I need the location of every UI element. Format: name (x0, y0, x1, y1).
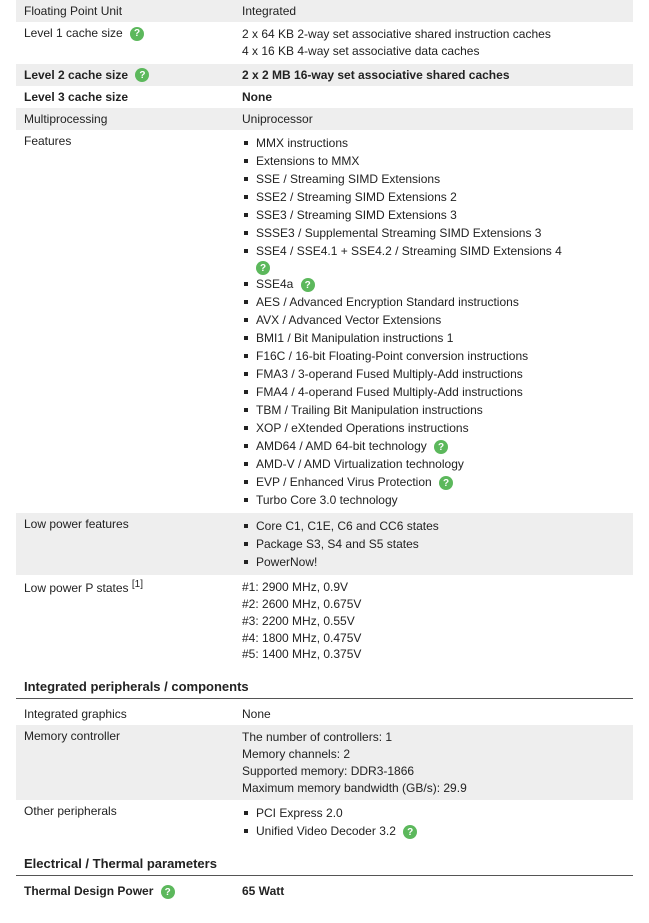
row-fpu: Floating Point Unit Integrated (16, 0, 633, 22)
list-item: SSE3 / Streaming SIMD Extensions 3 (242, 206, 625, 224)
list-item: FMA4 / 4-operand Fused Multiply-Add inst… (242, 383, 625, 401)
list-item: TBM / Trailing Bit Manipulation instruct… (242, 401, 625, 419)
label-l1: Level 1 cache size ? (24, 26, 242, 41)
list-item: F16C / 16-bit Floating-Point conversion … (242, 347, 625, 365)
help-icon[interactable]: ? (301, 278, 315, 292)
help-icon[interactable]: ? (256, 261, 270, 275)
list-item: Core C1, C1E, C6 and CC6 states (242, 517, 625, 535)
list-item: Turbo Core 3.0 technology (242, 491, 625, 509)
value-pstates: #1: 2900 MHz, 0.9V #2: 2600 MHz, 0.675V … (242, 579, 625, 663)
value-fpu: Integrated (242, 4, 625, 18)
value-mp: Uniprocessor (242, 112, 625, 126)
value-tdp: 65 Watt (242, 884, 625, 898)
label-tdp: Thermal Design Power ? (24, 884, 242, 899)
label-features: Features (24, 134, 242, 148)
row-features: Features MMX instructionsExtensions to M… (16, 130, 633, 513)
value-l3: None (242, 90, 625, 104)
label-otherperiph: Other peripherals (24, 804, 242, 818)
row-lowpower: Low power features Core C1, C1E, C6 and … (16, 513, 633, 575)
list-item: BMI1 / Bit Manipulation instructions 1 (242, 329, 625, 347)
features-list: MMX instructionsExtensions to MMXSSE / S… (242, 134, 625, 509)
list-item: PowerNow! (242, 553, 625, 571)
list-item: AVX / Advanced Vector Extensions (242, 311, 625, 329)
label-igfx: Integrated graphics (24, 707, 242, 721)
label-l2: Level 2 cache size ? (24, 68, 242, 83)
help-icon[interactable]: ? (161, 885, 175, 899)
help-icon[interactable]: ? (130, 27, 144, 41)
row-otherperiph: Other peripherals PCI Express 2.0Unified… (16, 800, 633, 844)
list-item: SSE2 / Streaming SIMD Extensions 2 (242, 188, 625, 206)
section-peripherals: Integrated peripherals / components (16, 667, 633, 699)
help-icon[interactable]: ? (403, 825, 417, 839)
value-memctrl: The number of controllers: 1 Memory chan… (242, 729, 625, 796)
list-item: SSE / Streaming SIMD Extensions (242, 170, 625, 188)
row-igfx: Integrated graphics None (16, 703, 633, 725)
row-memctrl: Memory controller The number of controll… (16, 725, 633, 800)
row-tdp: Thermal Design Power ? 65 Watt (16, 880, 633, 903)
label-pstates: Low power P states [1] (24, 579, 242, 595)
label-memctrl: Memory controller (24, 729, 242, 743)
value-features: MMX instructionsExtensions to MMXSSE / S… (242, 134, 625, 509)
list-item: SSE4 / SSE4.1 + SSE4.2 / Streaming SIMD … (242, 242, 625, 260)
list-item: SSSE3 / Supplemental Streaming SIMD Exte… (242, 224, 625, 242)
list-item: Unified Video Decoder 3.2 ? (242, 822, 625, 840)
row-l1: Level 1 cache size ? 2 x 64 KB 2-way set… (16, 22, 633, 64)
value-lowpower: Core C1, C1E, C6 and CC6 statesPackage S… (242, 517, 625, 571)
lowpower-list: Core C1, C1E, C6 and CC6 statesPackage S… (242, 517, 625, 571)
row-mp: Multiprocessing Uniprocessor (16, 108, 633, 130)
list-item: Package S3, S4 and S5 states (242, 535, 625, 553)
help-icon[interactable]: ? (439, 476, 453, 490)
section-thermal: Electrical / Thermal parameters (16, 844, 633, 876)
value-l1: 2 x 64 KB 2-way set associative shared i… (242, 26, 625, 60)
help-icon[interactable]: ? (135, 68, 149, 82)
footnote-ref: [1] (132, 579, 143, 590)
list-item: MMX instructions (242, 134, 625, 152)
label-lowpower: Low power features (24, 517, 242, 531)
row-l3: Level 3 cache size None (16, 86, 633, 108)
list-item: AMD-V / AMD Virtualization technology (242, 455, 625, 473)
list-item: XOP / eXtended Operations instructions (242, 419, 625, 437)
list-item: AMD64 / AMD 64-bit technology ? (242, 437, 625, 455)
row-l2: Level 2 cache size ? 2 x 2 MB 16-way set… (16, 64, 633, 87)
label-mp: Multiprocessing (24, 112, 242, 126)
value-igfx: None (242, 707, 625, 721)
list-item: Extensions to MMX (242, 152, 625, 170)
row-pstates: Low power P states [1] #1: 2900 MHz, 0.9… (16, 575, 633, 667)
help-icon[interactable]: ? (434, 440, 448, 454)
value-otherperiph: PCI Express 2.0Unified Video Decoder 3.2… (242, 804, 625, 840)
otherperiph-list: PCI Express 2.0Unified Video Decoder 3.2… (242, 804, 625, 840)
label-fpu: Floating Point Unit (24, 4, 242, 18)
list-item: PCI Express 2.0 (242, 804, 625, 822)
list-item: AES / Advanced Encryption Standard instr… (242, 293, 625, 311)
list-item: FMA3 / 3-operand Fused Multiply-Add inst… (242, 365, 625, 383)
value-l2: 2 x 2 MB 16-way set associative shared c… (242, 68, 625, 82)
label-l3: Level 3 cache size (24, 90, 242, 104)
list-item: SSE4a ? (242, 275, 625, 293)
list-item: EVP / Enhanced Virus Protection ? (242, 473, 625, 491)
